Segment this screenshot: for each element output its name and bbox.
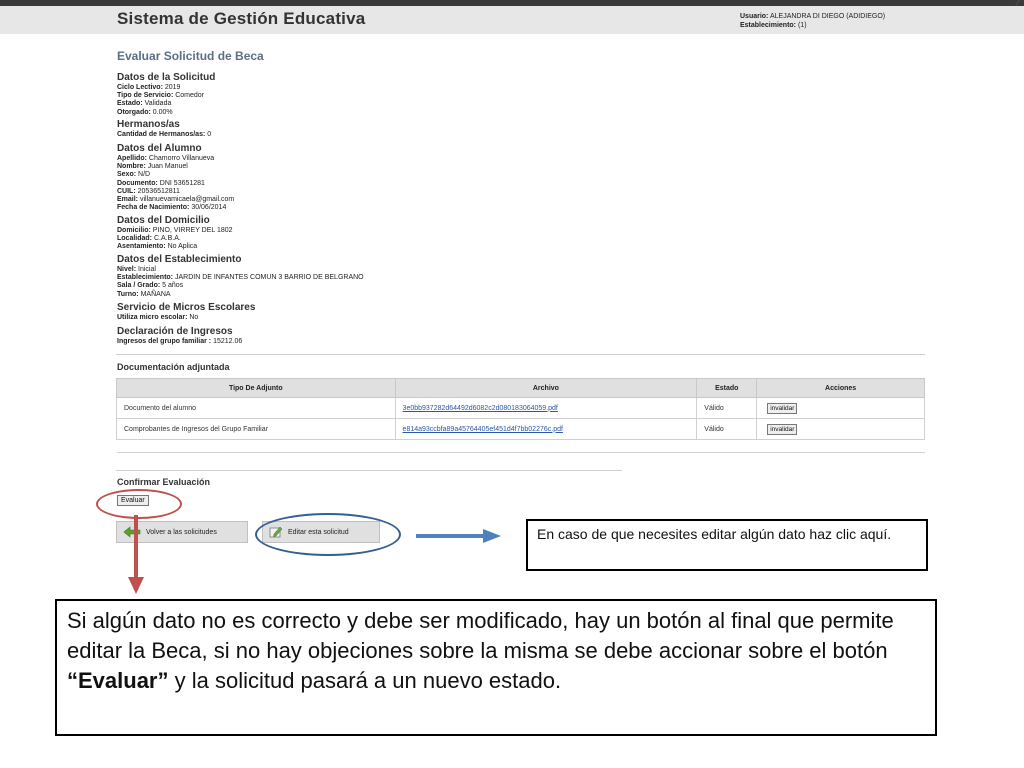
arrow-down-head: [128, 577, 144, 594]
edit-hint-callout: En caso de que necesites editar algún da…: [526, 519, 928, 571]
instruction-text: Si algún dato no es correcto y debe ser …: [67, 608, 894, 663]
arrow-right-head: [483, 529, 501, 543]
instruction-text-end: y la solicitud pasará a un nuevo estado.: [168, 668, 562, 693]
instruction-callout: Si algún dato no es correcto y debe ser …: [55, 599, 937, 736]
instruction-bold-text: “Evaluar”: [67, 668, 169, 693]
